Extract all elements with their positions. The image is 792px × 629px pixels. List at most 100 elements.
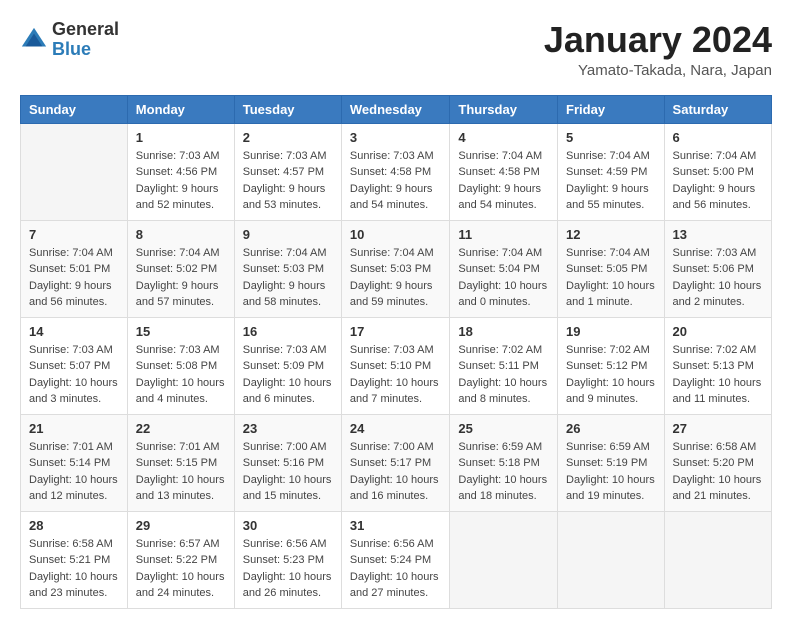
column-header-friday: Friday xyxy=(558,95,665,123)
day-number: 21 xyxy=(29,421,119,436)
day-info: Sunrise: 7:04 AMSunset: 5:00 PMDaylight:… xyxy=(673,148,763,214)
day-info: Sunrise: 7:04 AMSunset: 5:01 PMDaylight:… xyxy=(29,245,119,311)
week-row-4: 21 Sunrise: 7:01 AMSunset: 5:14 PMDayligh… xyxy=(21,414,772,511)
day-cell: 1 Sunrise: 7:03 AMSunset: 4:56 PMDaylight… xyxy=(127,123,234,220)
calendar-table: SundayMondayTuesdayWednesdayThursdayFrid… xyxy=(20,95,772,609)
day-info: Sunrise: 7:04 AMSunset: 4:58 PMDaylight:… xyxy=(458,148,549,214)
day-number: 5 xyxy=(566,130,656,145)
day-number: 6 xyxy=(673,130,763,145)
day-info: Sunrise: 6:56 AMSunset: 5:23 PMDaylight:… xyxy=(243,536,333,602)
day-info: Sunrise: 7:01 AMSunset: 5:14 PMDaylight:… xyxy=(29,439,119,505)
location-title: Yamato-Takada, Nara, Japan xyxy=(544,62,772,79)
column-header-sunday: Sunday xyxy=(21,95,128,123)
day-number: 18 xyxy=(458,324,549,339)
day-cell: 5 Sunrise: 7:04 AMSunset: 4:59 PMDaylight… xyxy=(558,123,665,220)
day-cell: 21 Sunrise: 7:01 AMSunset: 5:14 PMDayligh… xyxy=(21,414,128,511)
month-title: January 2024 xyxy=(544,20,772,60)
day-info: Sunrise: 6:58 AMSunset: 5:20 PMDaylight:… xyxy=(673,439,763,505)
column-header-thursday: Thursday xyxy=(450,95,558,123)
day-info: Sunrise: 6:56 AMSunset: 5:24 PMDaylight:… xyxy=(350,536,442,602)
day-cell xyxy=(21,123,128,220)
day-cell: 11Sunrise: 7:04 AMSunset: 5:04 PMDayligh… xyxy=(450,220,558,317)
page-header: General Blue January 2024 Yamato-Takada,… xyxy=(20,20,772,79)
day-cell: 23 Sunrise: 7:00 AMSunset: 5:16 PMDayligh… xyxy=(234,414,341,511)
day-number: 20 xyxy=(673,324,763,339)
day-cell: 16 Sunrise: 7:03 AMSunset: 5:09 PMDayligh… xyxy=(234,317,341,414)
day-number: 30 xyxy=(243,518,333,533)
day-info: Sunrise: 7:03 AMSunset: 5:07 PMDaylight:… xyxy=(29,342,119,408)
day-info: Sunrise: 6:58 AMSunset: 5:21 PMDaylight:… xyxy=(29,536,119,602)
header-row: SundayMondayTuesdayWednesdayThursdayFrid… xyxy=(21,95,772,123)
day-cell xyxy=(558,511,665,608)
logo-text: General Blue xyxy=(52,20,119,60)
day-cell: 13Sunrise: 7:03 AMSunset: 5:06 PMDayligh… xyxy=(664,220,771,317)
day-cell: 26Sunrise: 6:59 AMSunset: 5:19 PMDayligh… xyxy=(558,414,665,511)
day-info: Sunrise: 6:59 AMSunset: 5:18 PMDaylight:… xyxy=(458,439,549,505)
day-cell: 27Sunrise: 6:58 AMSunset: 5:20 PMDayligh… xyxy=(664,414,771,511)
week-row-5: 28 Sunrise: 6:58 AMSunset: 5:21 PMDayligh… xyxy=(21,511,772,608)
day-number: 17 xyxy=(350,324,442,339)
day-info: Sunrise: 7:04 AMSunset: 5:03 PMDaylight:… xyxy=(350,245,442,311)
day-number: 13 xyxy=(673,227,763,242)
week-row-3: 14 Sunrise: 7:03 AMSunset: 5:07 PMDayligh… xyxy=(21,317,772,414)
day-number: 3 xyxy=(350,130,442,145)
column-header-wednesday: Wednesday xyxy=(341,95,450,123)
day-cell: 12 Sunrise: 7:04 AMSunset: 5:05 PMDayligh… xyxy=(558,220,665,317)
day-info: Sunrise: 7:03 AMSunset: 4:57 PMDaylight:… xyxy=(243,148,333,214)
day-info: Sunrise: 7:00 AMSunset: 5:16 PMDaylight:… xyxy=(243,439,333,505)
day-cell: 4Sunrise: 7:04 AMSunset: 4:58 PMDaylight… xyxy=(450,123,558,220)
day-number: 10 xyxy=(350,227,442,242)
day-info: Sunrise: 7:04 AMSunset: 5:02 PMDaylight:… xyxy=(136,245,226,311)
day-number: 22 xyxy=(136,421,226,436)
day-info: Sunrise: 7:04 AMSunset: 5:05 PMDaylight:… xyxy=(566,245,656,311)
day-number: 2 xyxy=(243,130,333,145)
day-number: 11 xyxy=(458,227,549,242)
day-number: 25 xyxy=(458,421,549,436)
day-number: 23 xyxy=(243,421,333,436)
day-info: Sunrise: 7:04 AMSunset: 4:59 PMDaylight:… xyxy=(566,148,656,214)
week-row-1: 1 Sunrise: 7:03 AMSunset: 4:56 PMDaylight… xyxy=(21,123,772,220)
day-info: Sunrise: 7:00 AMSunset: 5:17 PMDaylight:… xyxy=(350,439,442,505)
day-cell: 6 Sunrise: 7:04 AMSunset: 5:00 PMDaylight… xyxy=(664,123,771,220)
day-info: Sunrise: 7:03 AMSunset: 4:56 PMDaylight:… xyxy=(136,148,226,214)
day-number: 12 xyxy=(566,227,656,242)
day-info: Sunrise: 7:02 AMSunset: 5:11 PMDaylight:… xyxy=(458,342,549,408)
day-cell: 9Sunrise: 7:04 AMSunset: 5:03 PMDaylight… xyxy=(234,220,341,317)
day-cell: 15Sunrise: 7:03 AMSunset: 5:08 PMDayligh… xyxy=(127,317,234,414)
day-number: 19 xyxy=(566,324,656,339)
day-number: 9 xyxy=(243,227,333,242)
day-number: 16 xyxy=(243,324,333,339)
day-info: Sunrise: 7:03 AMSunset: 5:09 PMDaylight:… xyxy=(243,342,333,408)
logo-icon xyxy=(20,26,48,54)
day-cell: 19 Sunrise: 7:02 AMSunset: 5:12 PMDayligh… xyxy=(558,317,665,414)
day-cell: 29Sunrise: 6:57 AMSunset: 5:22 PMDayligh… xyxy=(127,511,234,608)
day-cell: 8Sunrise: 7:04 AMSunset: 5:02 PMDaylight… xyxy=(127,220,234,317)
day-info: Sunrise: 6:57 AMSunset: 5:22 PMDaylight:… xyxy=(136,536,226,602)
day-cell xyxy=(664,511,771,608)
day-info: Sunrise: 7:03 AMSunset: 4:58 PMDaylight:… xyxy=(350,148,442,214)
day-cell: 14 Sunrise: 7:03 AMSunset: 5:07 PMDayligh… xyxy=(21,317,128,414)
day-cell: 31 Sunrise: 6:56 AMSunset: 5:24 PMDayligh… xyxy=(341,511,450,608)
week-row-2: 7 Sunrise: 7:04 AMSunset: 5:01 PMDaylight… xyxy=(21,220,772,317)
day-cell: 30 Sunrise: 6:56 AMSunset: 5:23 PMDayligh… xyxy=(234,511,341,608)
day-cell: 2 Sunrise: 7:03 AMSunset: 4:57 PMDaylight… xyxy=(234,123,341,220)
day-number: 26 xyxy=(566,421,656,436)
day-cell: 22 Sunrise: 7:01 AMSunset: 5:15 PMDayligh… xyxy=(127,414,234,511)
day-cell: 24Sunrise: 7:00 AMSunset: 5:17 PMDayligh… xyxy=(341,414,450,511)
day-number: 1 xyxy=(136,130,226,145)
day-cell: 3 Sunrise: 7:03 AMSunset: 4:58 PMDaylight… xyxy=(341,123,450,220)
logo: General Blue xyxy=(20,20,119,60)
day-number: 7 xyxy=(29,227,119,242)
day-cell: 17Sunrise: 7:03 AMSunset: 5:10 PMDayligh… xyxy=(341,317,450,414)
day-info: Sunrise: 7:03 AMSunset: 5:08 PMDaylight:… xyxy=(136,342,226,408)
day-cell: 7 Sunrise: 7:04 AMSunset: 5:01 PMDaylight… xyxy=(21,220,128,317)
day-cell: 20Sunrise: 7:02 AMSunset: 5:13 PMDayligh… xyxy=(664,317,771,414)
day-cell: 18 Sunrise: 7:02 AMSunset: 5:11 PMDayligh… xyxy=(450,317,558,414)
column-header-monday: Monday xyxy=(127,95,234,123)
day-info: Sunrise: 7:02 AMSunset: 5:12 PMDaylight:… xyxy=(566,342,656,408)
day-number: 31 xyxy=(350,518,442,533)
day-number: 28 xyxy=(29,518,119,533)
day-number: 14 xyxy=(29,324,119,339)
day-cell: 25 Sunrise: 6:59 AMSunset: 5:18 PMDayligh… xyxy=(450,414,558,511)
day-info: Sunrise: 7:01 AMSunset: 5:15 PMDaylight:… xyxy=(136,439,226,505)
